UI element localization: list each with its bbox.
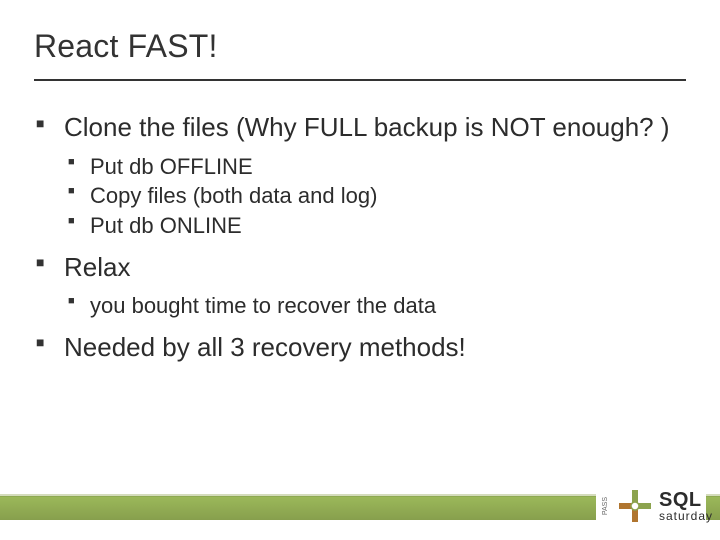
slide-title: React FAST!: [34, 28, 686, 65]
bullet-l2-online: Put db ONLINE: [64, 211, 686, 241]
bullet-l2-copy-files: Copy files (both data and log): [64, 181, 686, 211]
bullet-list-level2: you bought time to recover the data: [64, 291, 686, 321]
bullet-l1-relax: Relax you bought time to recover the dat…: [34, 251, 686, 321]
bullet-l1-clone-files: Clone the files (Why FULL backup is NOT …: [34, 111, 686, 241]
bullet-list-level2: Put db OFFLINE Copy files (both data and…: [64, 152, 686, 241]
logo-text-group: SQL saturday: [659, 490, 713, 522]
bullet-list-level1: Clone the files (Why FULL backup is NOT …: [34, 111, 686, 363]
bullet-text: Relax: [64, 252, 130, 282]
bullet-l1-needed: Needed by all 3 recovery methods!: [34, 331, 686, 364]
content-area: Clone the files (Why FULL backup is NOT …: [0, 81, 720, 363]
bullet-l2-bought-time: you bought time to recover the data: [64, 291, 686, 321]
bullet-l2-offline: Put db OFFLINE: [64, 152, 686, 182]
slide: React FAST! Clone the files (Why FULL ba…: [0, 0, 720, 540]
bullet-text: Needed by all 3 recovery methods!: [64, 332, 466, 362]
bullet-text: Clone the files (Why FULL backup is NOT …: [64, 112, 670, 142]
logo-saturday-text: saturday: [659, 510, 713, 522]
title-wrap: React FAST!: [0, 0, 720, 73]
footer-logo: PASS SQL saturday: [596, 478, 706, 534]
logo-sql-text: SQL: [659, 490, 713, 510]
sql-saturday-icon: [617, 488, 653, 524]
logo-pass-text: PASS: [602, 497, 609, 515]
